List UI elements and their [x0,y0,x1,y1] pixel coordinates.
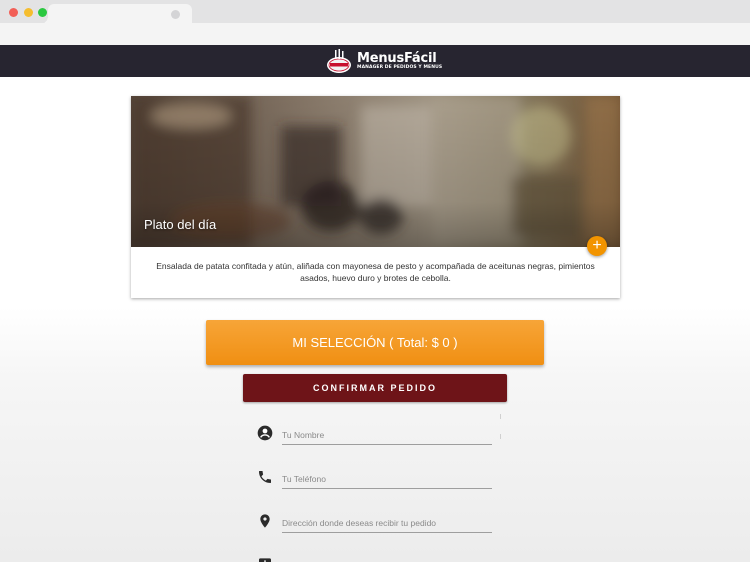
extra-field [257,555,493,562]
logo-badge-icon [327,49,351,73]
location-pin-icon [260,514,270,528]
logo[interactable]: MenusFácil MANAGER DE PEDIDOS Y MENUS [325,47,442,75]
name-field [257,423,493,447]
dish-card: Plato del día + Ensalada de patata confi… [131,96,620,298]
logo-title: MenusFácil [357,50,437,66]
address-bar [0,23,750,45]
address-field [257,511,493,535]
confirm-order-button[interactable]: CONFIRMAR PEDIDO [243,374,507,402]
phone-icon [259,471,271,483]
my-selection-label: MI SELECCIÓN ( Total: $ 0 ) [292,335,458,350]
minimize-window-icon[interactable] [24,8,33,17]
dish-title: Plato del día [144,217,217,232]
account-circle-icon [257,425,273,441]
phone-field [257,467,493,491]
page-content: Plato del día + Ensalada de patata confi… [0,77,750,562]
dish-description: Ensalada de patata confitada y atún, ali… [156,261,595,283]
app-header: MenusFácil MANAGER DE PEDIDOS Y MENUS [0,45,750,77]
tab-close-icon[interactable] [171,10,180,19]
close-window-icon[interactable] [9,8,18,17]
address-input[interactable] [282,511,492,533]
browser-tab[interactable] [40,4,192,24]
dish-image: Plato del día [131,96,620,247]
decorative-tick [500,414,501,419]
note-icon [259,558,271,562]
phone-input[interactable] [282,467,492,489]
decorative-tick [500,434,501,439]
browser-chrome [0,0,750,45]
logo-subtitle: MANAGER DE PEDIDOS Y MENUS [357,64,443,70]
confirm-order-label: CONFIRMAR PEDIDO [313,383,437,393]
add-dish-button[interactable]: + [587,236,607,256]
my-selection-button[interactable]: MI SELECCIÓN ( Total: $ 0 ) [206,320,544,365]
name-input[interactable] [282,423,492,445]
